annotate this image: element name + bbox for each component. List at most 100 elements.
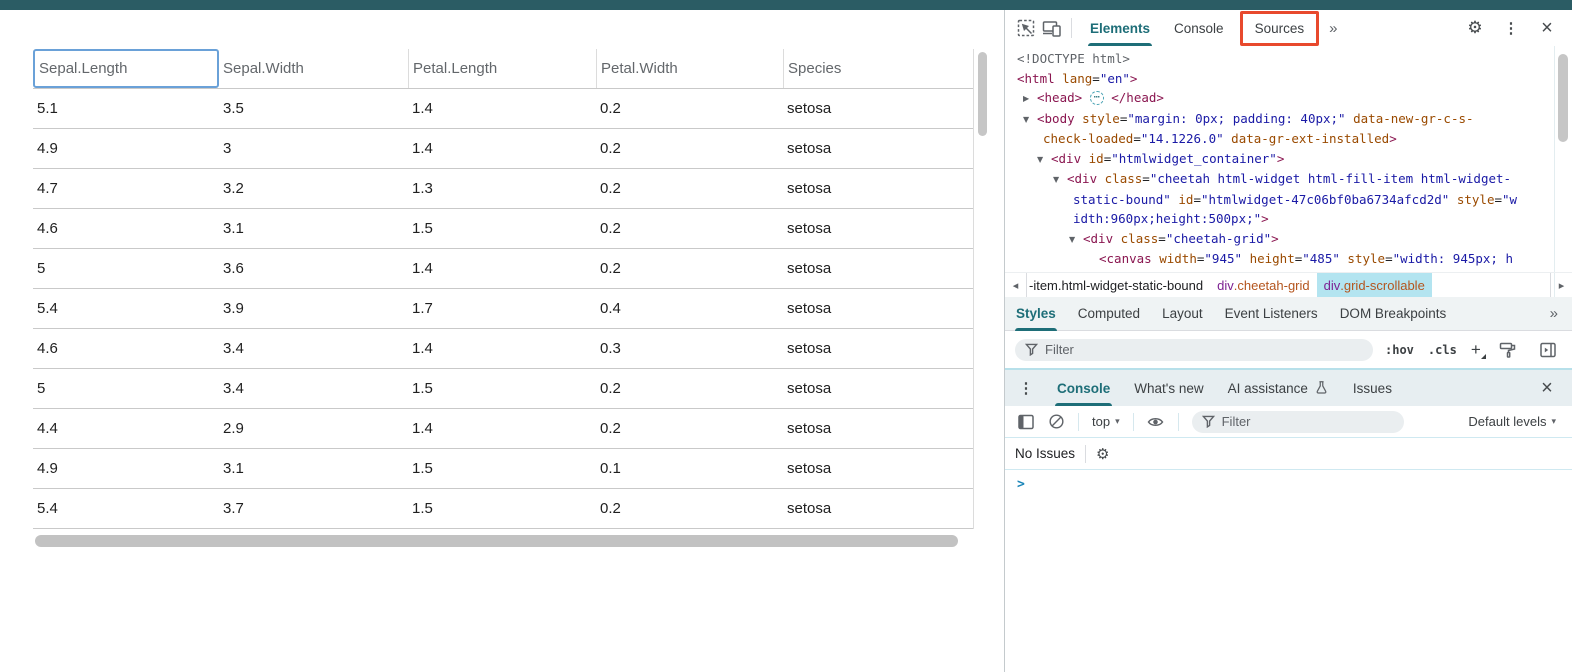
breadcrumb-item[interactable]: div.grid-scrollable (1317, 273, 1432, 297)
drawer-tab-console[interactable]: Console (1045, 370, 1122, 406)
log-levels-selector[interactable]: Default levels ▾ (1464, 414, 1572, 429)
table-cell[interactable]: 0.2 (596, 369, 783, 408)
table-cell[interactable]: setosa (783, 369, 973, 408)
dom-tree-line[interactable]: check-loaded="14.1226.0" data-gr-ext-ins… (1005, 129, 1572, 149)
table-cell[interactable]: setosa (783, 89, 973, 128)
drawer-tab-ai-assistance[interactable]: AI assistance (1216, 370, 1341, 406)
collapse-arrow-icon[interactable]: ▼ (1023, 110, 1037, 130)
more-tabs-icon[interactable]: » (1323, 20, 1343, 37)
table-cell[interactable]: 0.2 (596, 249, 783, 288)
table-cell[interactable]: 3.2 (219, 169, 408, 208)
table-cell[interactable]: 4.7 (33, 169, 219, 208)
table-cell[interactable]: 5.4 (33, 489, 219, 528)
table-cell[interactable]: 0.2 (596, 129, 783, 168)
table-cell[interactable]: setosa (783, 289, 973, 328)
console-sidebar-icon[interactable] (1013, 409, 1039, 435)
table-cell[interactable]: 1.4 (408, 329, 596, 368)
table-cell[interactable]: 4.9 (33, 449, 219, 488)
toggle-sidebar-icon[interactable] (1535, 337, 1561, 363)
no-issues-link[interactable]: No Issues (1015, 446, 1075, 461)
table-cell[interactable]: setosa (783, 489, 973, 528)
table-cell[interactable]: 3.9 (219, 289, 408, 328)
tab-elements[interactable]: Elements (1078, 10, 1162, 46)
table-cell[interactable]: 5.1 (33, 89, 219, 128)
dom-tree-line[interactable]: ▼<div class="cheetah-grid"> (1005, 229, 1572, 250)
table-cell[interactable]: 0.1 (596, 449, 783, 488)
table-cell[interactable]: 4.6 (33, 209, 219, 248)
tab-console[interactable]: Console (1162, 10, 1236, 46)
collapse-arrow-icon[interactable]: ▼ (1069, 230, 1083, 250)
table-cell[interactable]: 3.7 (219, 489, 408, 528)
table-cell[interactable]: 3 (219, 129, 408, 168)
tab-styles[interactable]: Styles (1005, 297, 1067, 331)
expand-arrow-icon[interactable]: ▶ (1023, 89, 1037, 109)
table-cell[interactable]: 0.2 (596, 409, 783, 448)
table-cell[interactable]: 1.4 (408, 409, 596, 448)
table-cell[interactable]: 1.7 (408, 289, 596, 328)
breadcrumb-right-icon[interactable]: ▸ (1550, 273, 1572, 297)
dom-tree-line[interactable]: ▶<head> ⋯ </head> (1005, 88, 1572, 109)
styles-more-tabs-icon[interactable]: » (1544, 305, 1572, 322)
drawer-tab-issues[interactable]: Issues (1341, 370, 1404, 406)
collapse-arrow-icon[interactable]: ▼ (1037, 150, 1051, 170)
breadcrumb-left-icon[interactable]: ◂ (1005, 273, 1027, 297)
execution-context-selector[interactable]: top ▾ (1088, 414, 1124, 429)
kebab-menu-icon[interactable]: ⋮ (1498, 15, 1524, 41)
grid-vertical-scrollbar[interactable] (978, 52, 987, 136)
breadcrumb-item[interactable]: div.cheetah-grid (1210, 273, 1317, 297)
table-cell[interactable]: 1.3 (408, 169, 596, 208)
column-header-sepal-width[interactable]: Sepal.Width (219, 49, 408, 88)
table-cell[interactable]: 0.2 (596, 169, 783, 208)
table-cell[interactable]: 4.6 (33, 329, 219, 368)
table-cell[interactable]: 1.5 (408, 369, 596, 408)
table-cell[interactable]: 3.6 (219, 249, 408, 288)
table-cell[interactable]: 5 (33, 369, 219, 408)
table-cell[interactable]: 0.3 (596, 329, 783, 368)
tab-dom-breakpoints[interactable]: DOM Breakpoints (1329, 297, 1458, 331)
dom-tree-line[interactable]: ▼<div class="cheetah html-widget html-fi… (1005, 169, 1572, 190)
device-toolbar-icon[interactable] (1039, 15, 1065, 41)
column-header-species[interactable]: Species (783, 49, 973, 88)
table-cell[interactable]: 3.4 (219, 329, 408, 368)
table-cell[interactable]: 1.5 (408, 489, 596, 528)
table-cell[interactable]: 3.4 (219, 369, 408, 408)
table-cell[interactable]: 0.4 (596, 289, 783, 328)
table-cell[interactable]: setosa (783, 449, 973, 488)
table-cell[interactable]: 4.9 (33, 129, 219, 168)
close-devtools-icon[interactable]: × (1534, 15, 1560, 41)
column-header-sepal-length[interactable]: Sepal.Length (33, 49, 219, 88)
elements-scrollbar[interactable] (1558, 54, 1568, 142)
table-cell[interactable]: setosa (783, 169, 973, 208)
toggle-class-button[interactable]: .cls (1428, 343, 1457, 357)
drawer-kebab-menu-icon[interactable]: ⋮ (1013, 375, 1039, 401)
console-prompt[interactable]: > (1005, 470, 1572, 500)
table-cell[interactable]: 3.1 (219, 449, 408, 488)
table-cell[interactable]: 1.5 (408, 449, 596, 488)
breadcrumb-item[interactable]: -item.html-widget-static-bound (1027, 273, 1210, 297)
collapse-arrow-icon[interactable]: ▼ (1053, 170, 1067, 190)
tab-computed[interactable]: Computed (1067, 297, 1151, 331)
table-cell[interactable]: 4.4 (33, 409, 219, 448)
table-cell[interactable]: 1.4 (408, 89, 596, 128)
console-settings-gear-icon[interactable]: ⚙ (1096, 445, 1109, 463)
table-cell[interactable]: 1.4 (408, 129, 596, 168)
toggle-hover-state-button[interactable]: :hov (1385, 343, 1414, 357)
new-style-rule-button[interactable]: + (1471, 340, 1481, 360)
table-cell[interactable]: 0.2 (596, 489, 783, 528)
table-cell[interactable]: setosa (783, 209, 973, 248)
table-cell[interactable]: 0.2 (596, 89, 783, 128)
grid-horizontal-scrollbar[interactable] (35, 535, 958, 547)
table-cell[interactable]: 0.2 (596, 209, 783, 248)
close-drawer-icon[interactable]: × (1534, 375, 1560, 401)
tab-layout[interactable]: Layout (1151, 297, 1214, 331)
dom-tree-line[interactable]: ▼<body style="margin: 0px; padding: 40px… (1005, 109, 1572, 130)
dom-tree-line[interactable]: static-bound" id="htmlwidget-47c06bf0ba6… (1005, 190, 1572, 210)
column-header-petal-length[interactable]: Petal.Length (408, 49, 596, 88)
table-cell[interactable]: setosa (783, 249, 973, 288)
settings-gear-icon[interactable]: ⚙ (1462, 15, 1488, 41)
paint-roller-icon[interactable] (1495, 337, 1521, 363)
drawer-tab-what-s-new[interactable]: What's new (1122, 370, 1215, 406)
tab-sources[interactable]: Sources (1243, 14, 1317, 43)
collapsed-content-badge[interactable]: ⋯ (1090, 91, 1104, 105)
table-cell[interactable]: setosa (783, 129, 973, 168)
